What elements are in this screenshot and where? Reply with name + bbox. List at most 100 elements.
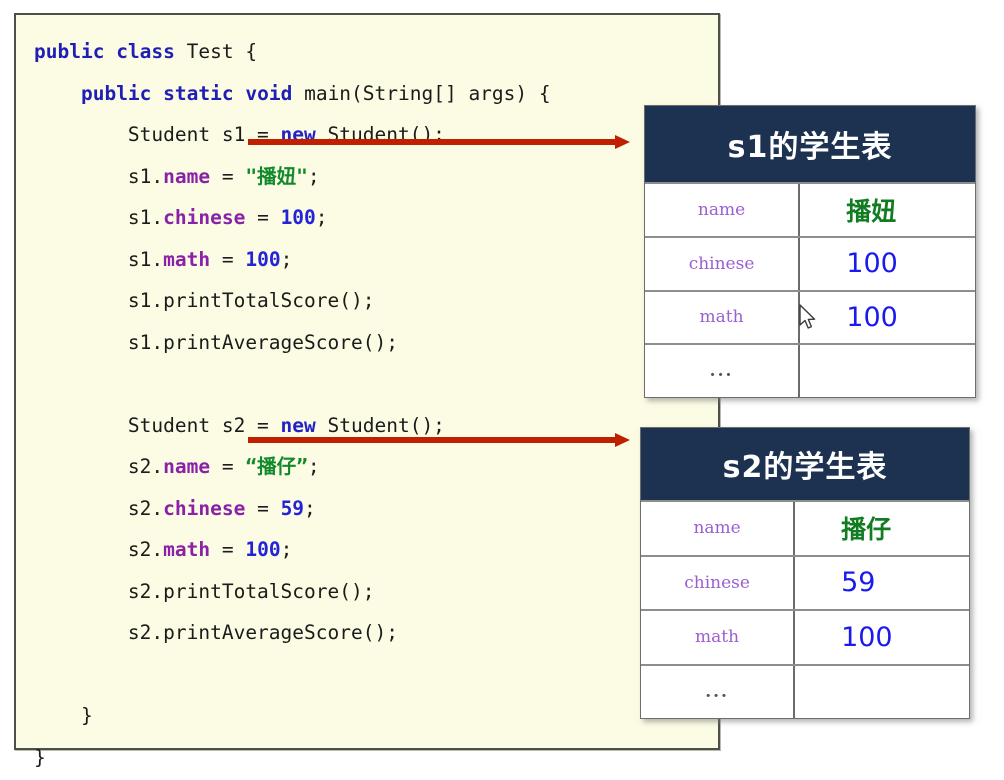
code-line: public static void main(String[] args) { [34, 73, 551, 115]
table-row: ... [645, 343, 975, 397]
code-line: s1.printTotalScore(); [34, 280, 551, 322]
code-token: main(String[] args) { [292, 81, 551, 105]
s2-student-table: s2的学生表 name 播仔 chinese 59 math 100 ... [640, 427, 970, 719]
field-math-label: math [641, 611, 796, 664]
table-row: chinese 100 [645, 235, 975, 290]
arrow-shaft [248, 139, 616, 145]
code-line: s2.math = 100; [34, 529, 551, 571]
field-math-label: math [645, 291, 801, 344]
code-line: s1.chinese = 100; [34, 197, 551, 239]
code-token: name [163, 455, 211, 478]
field-more-label: ... [645, 345, 801, 397]
code-line: s2.chinese = 59; [34, 488, 551, 530]
field-chinese-value: 59 [841, 567, 876, 599]
code-line: s1.name = "播妞"; [34, 156, 551, 198]
code-token: = [210, 455, 246, 478]
code-token: math [163, 247, 211, 271]
code-panel: public class Test { public static void m… [14, 13, 720, 769]
code-token: s2. [34, 455, 164, 478]
code-token: s1.printTotalScore(); [34, 289, 375, 312]
table-row: math 100 [641, 609, 969, 664]
code-token: Student s2 = [34, 413, 281, 437]
code-token: = [245, 496, 281, 520]
code-token: ; [307, 455, 320, 478]
field-math-value: 100 [846, 301, 898, 333]
code-token: s1. [34, 206, 164, 229]
code-token: 100 [245, 538, 281, 561]
code-token: = [245, 206, 281, 229]
arrow-head [615, 433, 630, 447]
code-token: 100 [245, 247, 281, 271]
code-token: ; [280, 538, 293, 561]
field-name-value: 播妞 [846, 196, 897, 226]
table-row: math 100 [645, 289, 975, 344]
code-token: s2. [34, 496, 164, 520]
code-token: s1. [34, 247, 164, 271]
table-row: ... [641, 663, 969, 719]
code-line: s2.printTotalScore(); [34, 571, 551, 613]
code-token: public [80, 81, 152, 105]
code-token: "播妞" [245, 164, 308, 188]
code-token: = [210, 247, 246, 271]
code-token: 59 [280, 496, 305, 520]
field-name-label: name [645, 184, 801, 236]
code-token: ; [307, 164, 320, 188]
field-chinese-value: 100 [846, 248, 898, 280]
code-token: } [34, 704, 93, 727]
arrow-head [615, 135, 630, 149]
code-token: chinese [163, 496, 246, 520]
code-token: 100 [280, 206, 316, 229]
code-token: Test { [174, 40, 258, 63]
table-row: chinese 59 [641, 554, 969, 609]
code-token: math [163, 538, 211, 561]
code-token: ; [280, 247, 293, 271]
field-name-label: name [641, 502, 796, 555]
s1-object-arrow-icon [248, 135, 630, 149]
code-token: “播仔” [245, 455, 308, 478]
field-name-value: 播仔 [841, 515, 892, 545]
code-line: s1.math = 100; [34, 239, 551, 281]
field-more-value [800, 345, 975, 397]
code-line: } [34, 737, 551, 779]
table-row: name 播妞 [645, 182, 975, 236]
s2-object-arrow-icon [248, 433, 630, 447]
code-token: s1. [34, 164, 164, 188]
code-token: ; [315, 206, 328, 229]
code-token: void [245, 81, 293, 105]
field-more-value [795, 666, 969, 719]
code-line: s2.printAverageScore(); [34, 612, 551, 654]
s2-table-title: s2的学生表 [641, 428, 969, 500]
code-token: Student s1 = [34, 123, 281, 146]
code-token: chinese [163, 206, 246, 229]
code-line: s2.name = “播仔”; [34, 446, 551, 488]
code-token: = [210, 538, 246, 561]
code-token: ; [304, 496, 316, 520]
code-line: s1.printAverageScore(); [34, 322, 551, 364]
code-line: } [34, 695, 551, 737]
s1-student-table: s1的学生表 name 播妞 chinese 100 math 100 ... [644, 105, 976, 398]
field-chinese-label: chinese [641, 556, 796, 609]
arrow-shaft [248, 437, 616, 443]
code-token: static [163, 81, 234, 105]
table-row: name 播仔 [641, 500, 969, 555]
code-token: s2.printTotalScore(); [34, 579, 375, 603]
code-token: s2.printAverageScore(); [34, 621, 398, 644]
code-token: name [163, 164, 211, 188]
code-token: = [210, 164, 246, 188]
code-token: } [34, 745, 46, 769]
code-line: public class Test { [34, 31, 551, 73]
field-more-label: ... [641, 665, 796, 718]
code-token: s1.printAverageScore(); [34, 330, 398, 354]
field-chinese-label: chinese [645, 237, 801, 290]
field-math-value: 100 [841, 621, 893, 653]
code-token: s2. [34, 538, 164, 561]
code-token: class [116, 40, 175, 63]
code-token: public [34, 40, 105, 63]
s1-table-title: s1的学生表 [645, 106, 975, 182]
